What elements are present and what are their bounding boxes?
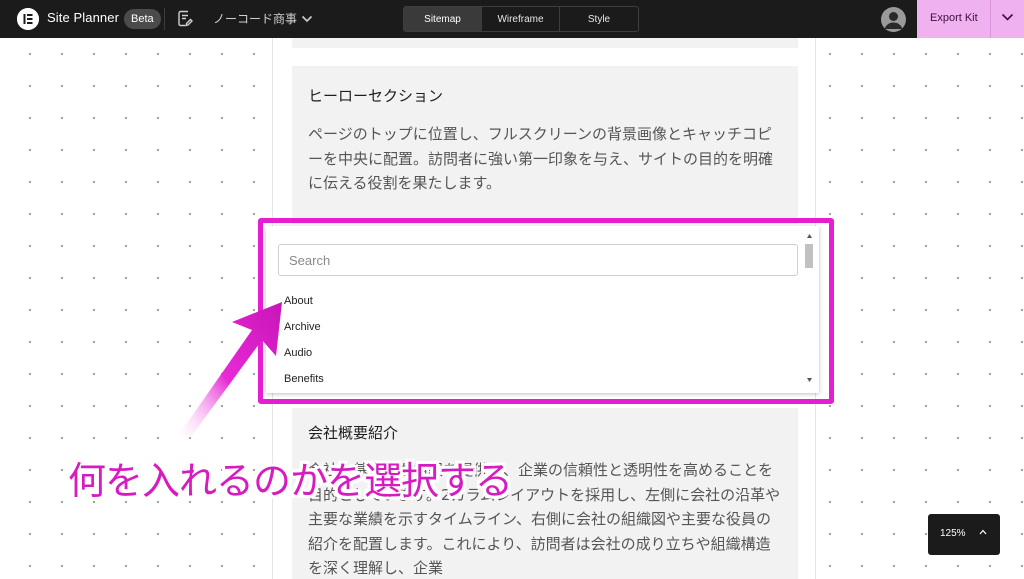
- toolbar-divider: [164, 8, 165, 30]
- chevron-up-icon[interactable]: [979, 529, 987, 535]
- edit-document-icon[interactable]: [177, 10, 193, 31]
- user-avatar-icon[interactable]: [881, 7, 906, 32]
- zoom-control[interactable]: 125%: [928, 514, 1000, 555]
- scroll-down-arrow-icon[interactable]: [807, 378, 812, 382]
- export-divider: [990, 0, 991, 38]
- hero-section-card[interactable]: ヒーローセクション ページのトップに位置し、フルスクリーンの背景画像とキャッチコ…: [292, 66, 798, 224]
- project-name: ノーコード商事: [213, 12, 298, 26]
- section-type-dropdown: About Archive Audio Benefits: [266, 226, 819, 393]
- export-kit-label: Export Kit: [930, 12, 978, 24]
- elementor-logo-icon[interactable]: [17, 8, 39, 30]
- option-about[interactable]: About: [284, 291, 324, 317]
- top-bar: Site Planner Beta ノーコード商事 Sitemap Wirefr…: [0, 0, 1024, 38]
- previous-section-card[interactable]: [292, 38, 798, 48]
- export-kit-button[interactable]: Export Kit: [917, 0, 1024, 38]
- section-description: ページのトップに位置し、フルスクリーンの背景画像とキャッチコピーを中央に配置。訪…: [308, 125, 774, 192]
- chevron-down-icon: [301, 15, 313, 22]
- section-title: 会社概要紹介: [308, 424, 399, 442]
- search-input[interactable]: [278, 244, 798, 276]
- scroll-up-arrow-icon[interactable]: [807, 234, 812, 238]
- tab-wireframe[interactable]: Wireframe: [482, 7, 560, 31]
- tab-sitemap[interactable]: Sitemap: [404, 7, 482, 31]
- annotation-text: 何を入れるのかを選択する: [68, 459, 513, 503]
- scrollbar-thumb[interactable]: [805, 244, 813, 268]
- app-title: Site Planner: [47, 10, 120, 25]
- beta-badge: Beta: [124, 9, 161, 29]
- tab-style[interactable]: Style: [560, 7, 638, 31]
- project-selector[interactable]: ノーコード商事: [213, 10, 313, 27]
- zoom-level: 125%: [940, 528, 966, 539]
- option-archive[interactable]: Archive: [284, 317, 324, 343]
- chevron-down-icon[interactable]: [1001, 13, 1014, 22]
- option-audio[interactable]: Audio: [284, 343, 324, 369]
- view-tabs: Sitemap Wireframe Style: [403, 6, 639, 32]
- option-benefits[interactable]: Benefits: [284, 369, 324, 395]
- section-title: ヒーローセクション: [308, 87, 444, 105]
- option-list: About Archive Audio Benefits: [284, 291, 324, 395]
